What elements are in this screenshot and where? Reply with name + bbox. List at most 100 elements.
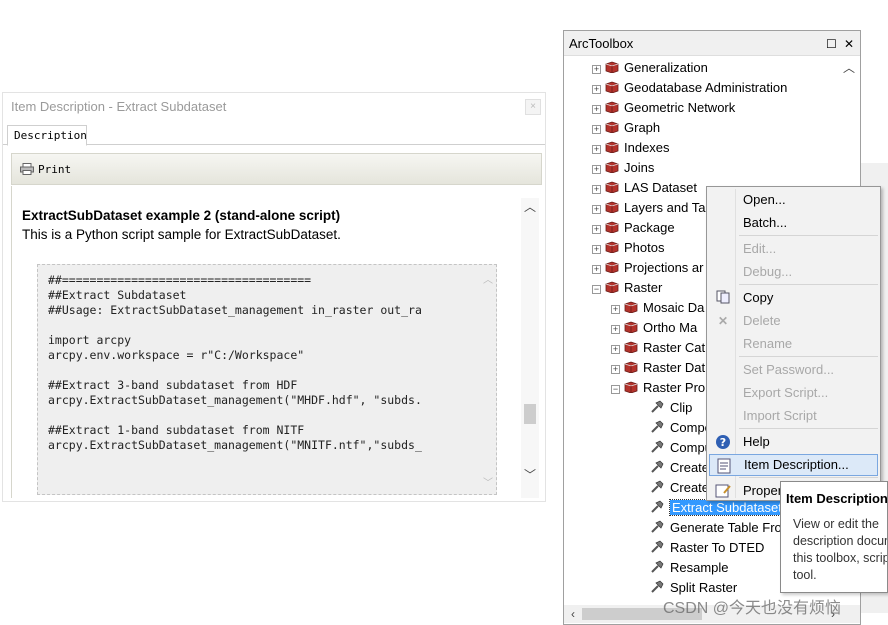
toolbox-icon bbox=[624, 319, 638, 334]
toolbox-icon bbox=[605, 199, 619, 214]
expand-icon[interactable]: + bbox=[592, 105, 601, 114]
tree-item-label: Layers and Ta bbox=[624, 200, 706, 215]
toolbox-icon bbox=[624, 299, 638, 314]
menu-item-label: Help bbox=[743, 434, 770, 449]
expand-icon[interactable]: + bbox=[592, 65, 601, 74]
close-icon[interactable]: × bbox=[525, 99, 541, 115]
tree-item-label: Create bbox=[670, 480, 710, 495]
maximize-icon[interactable]: ☐ bbox=[824, 32, 838, 57]
tree-item[interactable]: + Raster Cat bbox=[611, 338, 705, 358]
hammer-icon bbox=[650, 560, 664, 574]
menu-item-copy[interactable]: Copy bbox=[709, 287, 878, 309]
tree-item[interactable]: + Layers and Ta bbox=[592, 198, 705, 218]
scroll-down-icon[interactable]: ﹀ bbox=[521, 466, 539, 484]
tree-item[interactable]: + Projections ar bbox=[592, 258, 703, 278]
scroll-up-icon[interactable]: ︿ bbox=[840, 59, 858, 77]
scroll-up-icon[interactable]: ︿ bbox=[482, 275, 494, 287]
expand-icon[interactable]: + bbox=[592, 205, 601, 214]
menu-item-label: Item Description... bbox=[744, 457, 849, 472]
tree-item-label: LAS Dataset bbox=[624, 180, 697, 195]
menu-item-help[interactable]: ? Help bbox=[709, 431, 878, 453]
expand-icon[interactable]: + bbox=[592, 245, 601, 254]
toolbox-icon bbox=[624, 339, 638, 354]
tree-item[interactable]: + Raster Dat bbox=[611, 358, 705, 378]
menu-item-label: Batch... bbox=[743, 215, 788, 230]
tree-item-label: Raster bbox=[624, 280, 663, 295]
tree-item[interactable]: Create bbox=[650, 478, 709, 498]
hammer-icon bbox=[650, 480, 664, 494]
toolbox-icon bbox=[605, 259, 619, 274]
help-icon: ? bbox=[715, 434, 731, 450]
code-scrollbar[interactable]: ︿ ﹀ bbox=[482, 275, 494, 490]
collapse-icon[interactable]: − bbox=[592, 285, 601, 294]
menu-item-rename: Rename bbox=[709, 333, 878, 355]
scrollbar-thumb[interactable] bbox=[524, 404, 536, 424]
tree-item[interactable]: Create bbox=[650, 458, 709, 478]
tree-item[interactable]: Generate Table Fro bbox=[650, 518, 782, 538]
hammer-icon bbox=[650, 440, 664, 454]
tree-item[interactable]: + LAS Dataset bbox=[592, 178, 697, 198]
menu-item-label: Import Script bbox=[743, 408, 817, 423]
menu-item-item-description[interactable]: Item Description... bbox=[709, 454, 878, 476]
menu-separator bbox=[739, 477, 878, 478]
menu-item-delete: ✕ Delete bbox=[709, 310, 878, 332]
tree-item-label: Mosaic Da bbox=[643, 300, 705, 315]
hammer-icon bbox=[650, 420, 664, 434]
tree-item[interactable]: − Raster bbox=[592, 278, 662, 298]
toolbox-icon bbox=[605, 99, 619, 114]
copy-icon bbox=[715, 290, 731, 306]
expand-icon[interactable]: + bbox=[611, 345, 620, 354]
expand-icon[interactable]: + bbox=[592, 125, 601, 134]
tree-item[interactable]: + Geometric Network bbox=[592, 98, 735, 118]
code-line: ##Extract 1-band subdataset from NITF bbox=[48, 423, 305, 437]
tree-item[interactable]: + Graph bbox=[592, 118, 660, 138]
tree-item[interactable]: − Raster Pro bbox=[611, 378, 705, 398]
tab-description[interactable]: Description bbox=[7, 125, 87, 146]
tree-item[interactable]: Compu bbox=[650, 438, 712, 458]
expand-icon[interactable]: + bbox=[592, 145, 601, 154]
tree-item-label: Package bbox=[624, 220, 675, 235]
expand-icon[interactable]: + bbox=[611, 325, 620, 334]
expand-icon[interactable]: + bbox=[592, 165, 601, 174]
tree-item[interactable]: + Photos bbox=[592, 238, 664, 258]
window-title: Item Description - Extract Subdataset bbox=[11, 99, 227, 114]
menu-separator bbox=[739, 284, 878, 285]
tree-item[interactable]: + Indexes bbox=[592, 138, 670, 158]
arctoolbox-title: ArcToolbox bbox=[569, 36, 634, 51]
tree-item-label: Raster To DTED bbox=[670, 540, 765, 555]
scroll-down-icon[interactable]: ﹀ bbox=[482, 478, 494, 490]
tree-item-label: Raster Dat bbox=[643, 360, 706, 375]
tree-item[interactable]: Compo bbox=[650, 418, 712, 438]
tree-item[interactable]: + Ortho Ma bbox=[611, 318, 697, 338]
scroll-up-icon[interactable]: ︿ bbox=[521, 198, 539, 216]
toolbox-icon bbox=[605, 279, 619, 294]
expand-icon[interactable]: + bbox=[592, 85, 601, 94]
tree-item[interactable]: + Generalization bbox=[592, 58, 708, 78]
menu-item-label: Copy bbox=[743, 290, 774, 305]
menu-item-label: Open... bbox=[743, 192, 786, 207]
tree-item[interactable]: Raster To DTED bbox=[650, 538, 764, 558]
print-button[interactable]: Print bbox=[20, 161, 71, 179]
tree-item[interactable]: + Mosaic Da bbox=[611, 298, 704, 318]
toolbox-icon bbox=[605, 59, 619, 74]
description-scrollbar[interactable]: ︿ ﹀ bbox=[521, 198, 539, 498]
code-line: ##Extract 3-band subdataset from HDF bbox=[48, 378, 298, 392]
hammer-icon bbox=[650, 540, 664, 554]
close-icon[interactable]: ✕ bbox=[842, 32, 856, 57]
expand-icon[interactable]: + bbox=[592, 225, 601, 234]
tree-item[interactable]: + Geodatabase Administration bbox=[592, 78, 787, 98]
menu-item-import-script: Import Script bbox=[709, 405, 878, 427]
tree-item[interactable]: + Package bbox=[592, 218, 675, 238]
expand-icon[interactable]: + bbox=[592, 185, 601, 194]
tab-bar: Description bbox=[3, 123, 545, 146]
menu-item-open[interactable]: Open... bbox=[709, 189, 878, 211]
expand-icon[interactable]: + bbox=[611, 365, 620, 374]
expand-icon[interactable]: + bbox=[592, 265, 601, 274]
menu-item-batch[interactable]: Batch... bbox=[709, 212, 878, 234]
tree-item[interactable]: Resample bbox=[650, 558, 729, 578]
tree-item[interactable]: + Joins bbox=[592, 158, 654, 178]
collapse-icon[interactable]: − bbox=[611, 385, 620, 394]
expand-icon[interactable]: + bbox=[611, 305, 620, 314]
scroll-left-icon[interactable]: ‹ bbox=[564, 605, 582, 623]
tree-item[interactable]: Clip bbox=[650, 398, 692, 418]
